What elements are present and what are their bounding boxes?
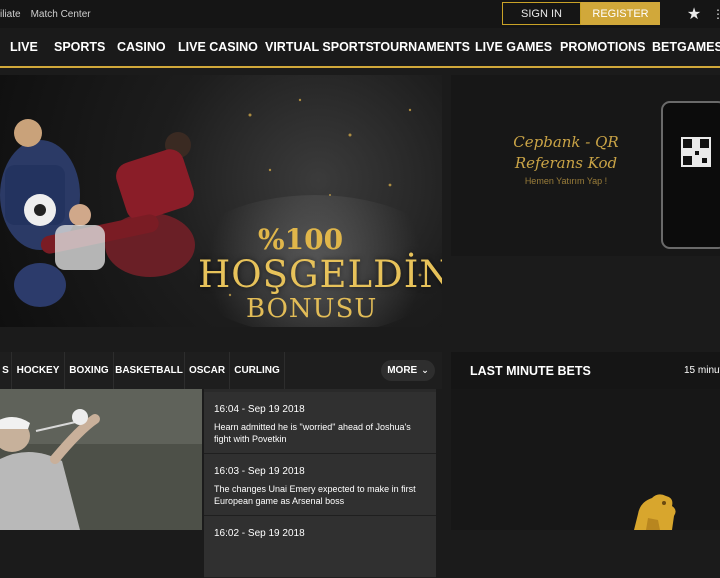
tab-curling[interactable]: CURLING <box>230 352 285 389</box>
qr-promo-banner[interactable]: Cepbank - QR Referans Kod Hemen Yatırım … <box>451 75 720 256</box>
sport-tabs: S HOCKEY BOXING BASKETBALL OSCAR CURLING <box>0 352 442 389</box>
main-nav: LIVE SPORTS CASINO LIVE CASINO VIRTUAL S… <box>0 28 720 68</box>
sign-in-button[interactable]: SIGN IN <box>502 2 581 25</box>
nav-item-betgames[interactable]: BETGAMES <box>652 28 720 66</box>
qr-code-icon <box>681 137 711 167</box>
time-filter[interactable]: 15 minut <box>684 352 720 389</box>
news-item[interactable]: 16:04 - Sep 19 2018 Hearn admitted he is… <box>204 392 436 454</box>
news-headline: Hearn admitted he is "worried" ahead of … <box>214 422 411 444</box>
news-headline: The changes Unai Emery expected to make … <box>214 484 416 506</box>
lion-logo-icon <box>634 494 676 530</box>
tab-hockey[interactable]: HOCKEY <box>12 352 65 389</box>
register-button[interactable]: REGISTER <box>581 2 660 25</box>
top-bar: iliate Match Center SIGN IN REGISTER ★ ⋮ <box>0 0 720 28</box>
tab-boxing[interactable]: BOXING <box>65 352 114 389</box>
news-time: 16:03 - Sep 19 2018 <box>214 466 305 477</box>
star-icon[interactable]: ★ <box>684 2 704 25</box>
welcome-bonus-banner[interactable]: %100 HOŞGELDİN BONUSU <box>0 75 442 327</box>
top-links: iliate Match Center <box>0 0 101 28</box>
tab-oscar[interactable]: OSCAR <box>185 352 230 389</box>
more-icon[interactable]: ⋮ <box>712 2 720 25</box>
banner-headline: HOŞGELDİN <box>198 253 442 296</box>
nav-item-live-games[interactable]: LIVE GAMES <box>475 28 552 66</box>
more-label: MORE <box>387 365 418 376</box>
news-time: 16:04 - Sep 19 2018 <box>214 404 305 415</box>
phone-image <box>661 101 720 249</box>
nav-item-tournaments[interactable]: TOURNAMENTS <box>373 28 470 66</box>
nav-item-sports[interactable]: SPORTS <box>54 28 105 66</box>
news-item[interactable]: 16:02 - Sep 19 2018 <box>204 516 436 578</box>
promo-line-1: Cepbank - QR <box>513 133 619 151</box>
nav-item-live[interactable]: LIVE <box>10 28 38 66</box>
last-minute-bets-header: LAST MINUTE BETS 15 minut <box>451 352 720 389</box>
nav-item-virtual-sports[interactable]: VIRTUAL SPORTS <box>265 28 374 66</box>
news-list: 16:04 - Sep 19 2018 Hearn admitted he is… <box>204 389 436 578</box>
last-minute-title: LAST MINUTE BETS <box>470 363 591 378</box>
nav-item-casino[interactable]: CASINO <box>117 28 166 66</box>
nav-item-live-casino[interactable]: LIVE CASINO <box>178 28 258 66</box>
banner-subheadline: BONUSU <box>246 294 378 324</box>
nav-item-promotions[interactable]: PROMOTIONS <box>560 28 645 66</box>
promo-line-2: Referans Kod <box>514 154 618 172</box>
tab-partial[interactable]: S <box>0 352 12 389</box>
affiliate-link[interactable]: iliate <box>0 9 21 20</box>
chevron-down-icon: ⌄ <box>421 365 429 375</box>
news-item[interactable]: 16:03 - Sep 19 2018 The changes Unai Eme… <box>204 454 436 516</box>
banner-percent: %100 <box>258 223 344 256</box>
tab-basketball[interactable]: BASKETBALL <box>114 352 185 389</box>
promo-line-3: Hemen Yatırım Yap ! <box>524 176 608 186</box>
golfer-figure <box>0 389 202 530</box>
match-center-link[interactable]: Match Center <box>31 9 91 20</box>
golfer-news-image[interactable] <box>0 389 202 530</box>
more-button[interactable]: MORE ⌄ <box>381 360 435 381</box>
